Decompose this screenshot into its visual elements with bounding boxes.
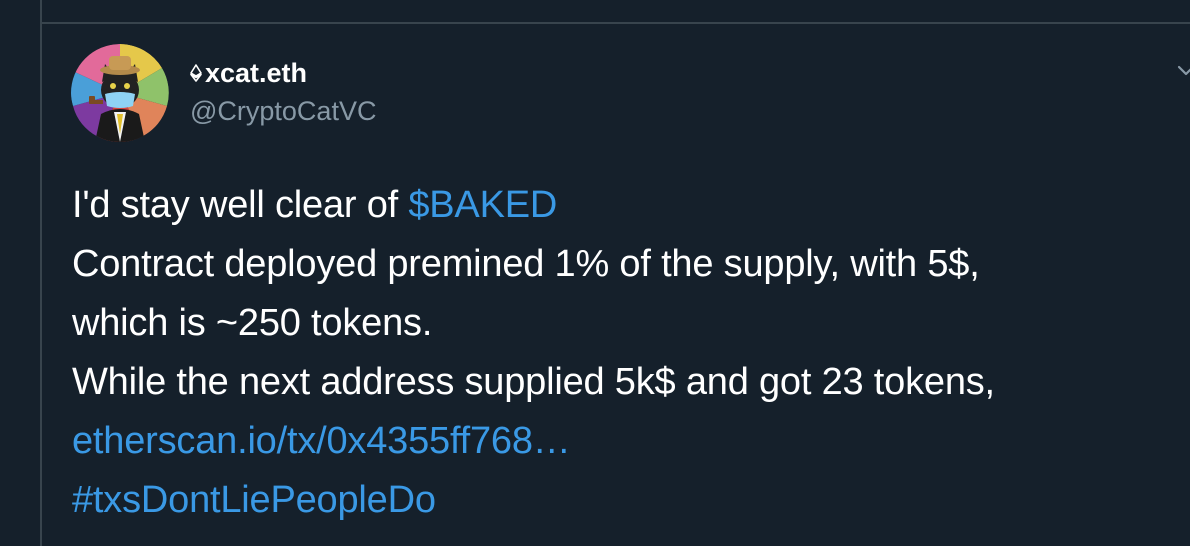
hashtag-link[interactable]: #txsDontLiePeopleDo <box>72 479 436 521</box>
tweet-line-2: Contract deployed premined 1% of the sup… <box>72 243 980 285</box>
tweet-line-1: I'd stay well clear of $BAKED <box>72 176 1182 235</box>
tweet-line-3: which is ~250 tokens. <box>72 302 433 344</box>
divider <box>42 22 1190 24</box>
chevron-down-icon[interactable] <box>1176 64 1190 78</box>
tweet-line-4: While the next address supplied 5k$ and … <box>72 361 995 403</box>
user-handle[interactable]: @CryptoCatVC <box>190 94 376 128</box>
timeline-border <box>40 0 42 546</box>
tweet-line-5: etherscan.io/tx/0x4355ff768… <box>72 412 1182 471</box>
display-name[interactable]: xcat.eth <box>190 56 376 90</box>
tweet-body: I'd stay well clear of $BAKED Contract d… <box>72 176 1182 530</box>
tweet-page: xcat.eth @CryptoCatVC I'd stay well clea… <box>0 0 1190 546</box>
avatar[interactable] <box>71 44 169 142</box>
ethereum-icon <box>190 64 202 82</box>
tweet-text-1: I'd stay well clear of <box>72 184 409 226</box>
etherscan-link[interactable]: etherscan.io/tx/0x4355ff768… <box>72 420 571 462</box>
cat-avatar-icon <box>71 44 169 142</box>
user-info: xcat.eth @CryptoCatVC <box>190 56 376 128</box>
display-name-text: xcat.eth <box>205 58 308 88</box>
tweet-line-6: #txsDontLiePeopleDo <box>72 471 1182 530</box>
cashtag-link[interactable]: $BAKED <box>408 184 557 226</box>
